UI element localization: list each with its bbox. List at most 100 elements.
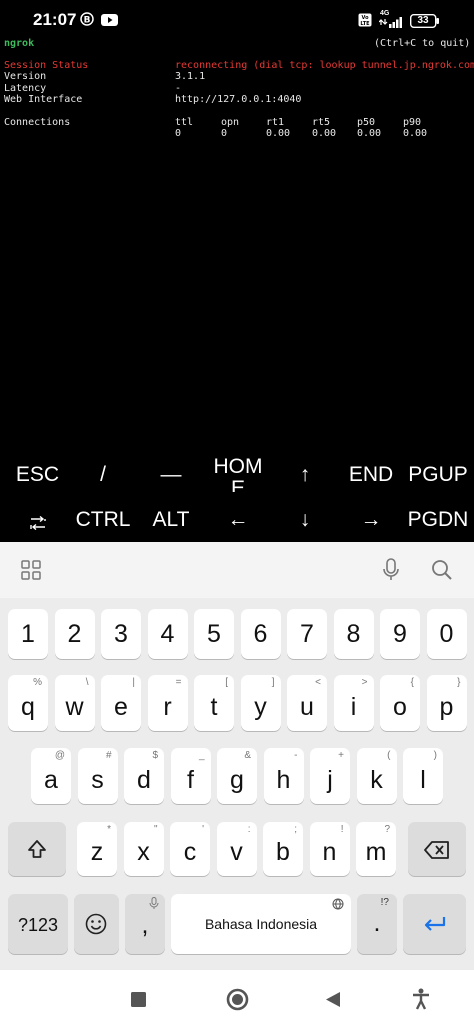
key-h[interactable]: -h xyxy=(263,748,304,804)
key-x-label: x xyxy=(137,838,150,866)
apps-grid-icon[interactable] xyxy=(21,560,41,585)
conn-value-p90: 0.00 xyxy=(403,128,428,139)
symbols-key-label: ?123 xyxy=(17,915,59,935)
key-b[interactable]: ; b xyxy=(263,822,303,876)
version-value: 3.1.1 xyxy=(175,71,206,82)
period-key[interactable]: !? . xyxy=(357,894,397,954)
key-0[interactable]: 0 xyxy=(426,609,467,659)
terminal-output[interactable]: ngrok (Ctrl+C to quit) Session Status re… xyxy=(0,36,474,450)
pgdn-key[interactable]: PGDN xyxy=(403,508,473,532)
ctrl-key[interactable]: CTRL xyxy=(68,508,138,532)
tab-key[interactable] xyxy=(18,512,58,536)
key-p-hint: } xyxy=(457,677,461,688)
volte-icon: Vo LTE xyxy=(358,13,372,32)
key-s-hint: # xyxy=(105,750,112,761)
key-t[interactable]: [t xyxy=(194,675,234,731)
conn-value-rt5: 0.00 xyxy=(312,128,337,139)
key-g-hint: & xyxy=(244,750,251,761)
key-t-label: t xyxy=(210,693,218,721)
home-key[interactable]: HOME xyxy=(203,456,273,492)
key-p[interactable]: } p xyxy=(426,675,467,731)
recents-icon[interactable] xyxy=(131,992,146,1012)
space-key[interactable]: Bahasa Indonesia xyxy=(171,894,351,954)
key-6-label: 6 xyxy=(253,620,268,648)
key-v[interactable]: :v xyxy=(216,822,257,876)
key-8[interactable]: 8 xyxy=(333,609,374,659)
pgup-key[interactable]: PGUP xyxy=(403,463,473,487)
svg-text:LTE: LTE xyxy=(360,21,370,27)
symbols-key[interactable]: ?123 xyxy=(8,894,68,954)
key-x[interactable]: " x xyxy=(123,822,164,876)
key-8-label: 8 xyxy=(346,620,361,648)
key-3[interactable]: 3 xyxy=(101,609,141,659)
key-w[interactable]: \ w xyxy=(54,675,95,731)
key-2[interactable]: 2 xyxy=(54,609,95,659)
home-key-label: HOME xyxy=(213,456,263,492)
key-j[interactable]: + j xyxy=(310,748,350,804)
period-hint: !? xyxy=(380,897,389,908)
search-icon[interactable] xyxy=(431,559,453,586)
dash-key[interactable]: ― xyxy=(136,463,206,487)
right-arrow-key[interactable]: → xyxy=(336,508,406,532)
key-k[interactable]: (k xyxy=(356,748,397,804)
key-y-hint: ] xyxy=(271,677,275,688)
key-4[interactable]: 4 xyxy=(147,609,188,659)
key-e[interactable]: | e xyxy=(101,675,141,731)
key-f[interactable]: _ f xyxy=(170,748,211,804)
key-5-label: 5 xyxy=(207,620,221,648)
backspace-key[interactable] xyxy=(408,822,466,876)
left-arrow-key[interactable]: ← xyxy=(203,508,273,532)
comma-label: , xyxy=(141,911,149,939)
key-f-hint: _ xyxy=(198,750,205,761)
alt-key[interactable]: ALT xyxy=(136,508,206,532)
web-interface-label: Web Interface xyxy=(4,94,83,105)
key-m-label: m xyxy=(365,838,387,866)
key-o[interactable]: {o xyxy=(380,675,420,731)
mic-hint-icon xyxy=(149,897,159,909)
key-j-label: j xyxy=(327,766,333,794)
key-l-label: l xyxy=(420,766,426,794)
comma-key[interactable]: , xyxy=(125,894,165,954)
key-o-hint: { xyxy=(410,677,414,688)
esc-key[interactable]: ESC xyxy=(0,463,75,487)
accessibility-icon[interactable] xyxy=(412,988,430,1015)
key-c[interactable]: ' c xyxy=(170,822,210,876)
key-u-hint: < xyxy=(315,677,321,688)
key-i[interactable]: > i xyxy=(333,675,374,731)
key-v-hint: : xyxy=(247,824,251,835)
key-s[interactable]: # s xyxy=(77,748,118,804)
down-arrow-key[interactable]: ↓ xyxy=(270,508,340,532)
end-key[interactable]: END xyxy=(336,463,406,487)
key-3-label: 3 xyxy=(114,620,128,648)
key-u[interactable]: < u xyxy=(287,675,327,731)
key-9-label: 9 xyxy=(393,620,407,648)
key-l[interactable]: ) l xyxy=(403,748,443,804)
microphone-icon[interactable] xyxy=(382,558,400,587)
key-g[interactable]: & g xyxy=(217,748,257,804)
key-a-label: a xyxy=(44,766,58,794)
slash-key[interactable]: / xyxy=(68,463,138,487)
shift-key[interactable] xyxy=(8,822,66,876)
home-icon[interactable] xyxy=(226,988,249,1016)
key-l-hint: ) xyxy=(433,750,437,761)
back-icon[interactable] xyxy=(325,991,341,1013)
up-arrow-key[interactable]: ↑ xyxy=(270,463,340,487)
enter-key[interactable] xyxy=(403,894,466,954)
key-7[interactable]: 7 xyxy=(287,609,327,659)
key-r[interactable]: = r xyxy=(147,675,188,731)
key-1[interactable]: 1 xyxy=(8,609,48,659)
key-r-hint: = xyxy=(175,677,182,688)
session-status-value: reconnecting (dial tcp: lookup tunnel.jp… xyxy=(175,60,474,71)
key-z[interactable]: * z xyxy=(77,822,117,876)
key-n[interactable]: ! n xyxy=(309,822,350,876)
key-m[interactable]: ? m xyxy=(356,822,396,876)
key-d[interactable]: $ d xyxy=(124,748,164,804)
key-5[interactable]: 5 xyxy=(194,609,234,659)
key-6[interactable]: 6 xyxy=(240,609,281,659)
key-q[interactable]: % q xyxy=(8,675,48,731)
emoji-key[interactable] xyxy=(74,894,119,954)
key-9[interactable]: 9 xyxy=(380,609,420,659)
key-v-label: v xyxy=(230,838,243,866)
key-a[interactable]: @ a xyxy=(31,748,71,804)
key-y[interactable]: ] y xyxy=(240,675,281,731)
